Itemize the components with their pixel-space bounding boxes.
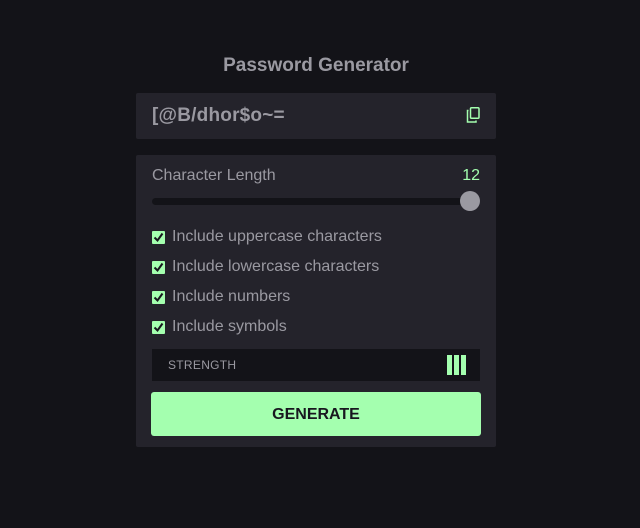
copy-icon[interactable] xyxy=(466,107,480,123)
generate-button[interactable]: GENERATE xyxy=(151,392,481,436)
settings-panel: Character Length 12 Include uppercase ch… xyxy=(136,155,496,447)
option-numbers[interactable]: Include numbers xyxy=(152,287,290,307)
strength-bar xyxy=(461,355,466,375)
password-text: [@B/dhor$o~= xyxy=(152,105,285,126)
symbols-checkbox[interactable] xyxy=(152,320,165,334)
character-length-label: Character Length xyxy=(152,167,276,184)
lowercase-checkbox[interactable] xyxy=(152,260,165,274)
password-output: [@B/dhor$o~= xyxy=(136,93,496,139)
lowercase-label: Include lowercase characters xyxy=(172,258,380,275)
strength-bar xyxy=(454,355,459,375)
uppercase-label: Include uppercase characters xyxy=(172,228,382,245)
uppercase-checkbox[interactable] xyxy=(152,230,165,244)
strength-meter: STRENGTH xyxy=(152,349,480,381)
numbers-checkbox[interactable] xyxy=(152,290,165,304)
numbers-label: Include numbers xyxy=(172,288,291,305)
character-length-value: 12 xyxy=(462,167,480,184)
option-symbols[interactable]: Include symbols xyxy=(152,317,287,337)
option-lowercase[interactable]: Include lowercase characters xyxy=(152,257,379,277)
option-uppercase[interactable]: Include uppercase characters xyxy=(152,227,382,247)
strength-bar xyxy=(447,355,452,375)
strength-label: STRENGTH xyxy=(168,358,237,372)
length-slider-thumb[interactable] xyxy=(460,191,480,211)
strength-bars xyxy=(447,355,466,375)
symbols-label: Include symbols xyxy=(172,318,287,335)
page-title: Password Generator xyxy=(223,55,409,76)
length-slider-track[interactable] xyxy=(152,198,480,205)
